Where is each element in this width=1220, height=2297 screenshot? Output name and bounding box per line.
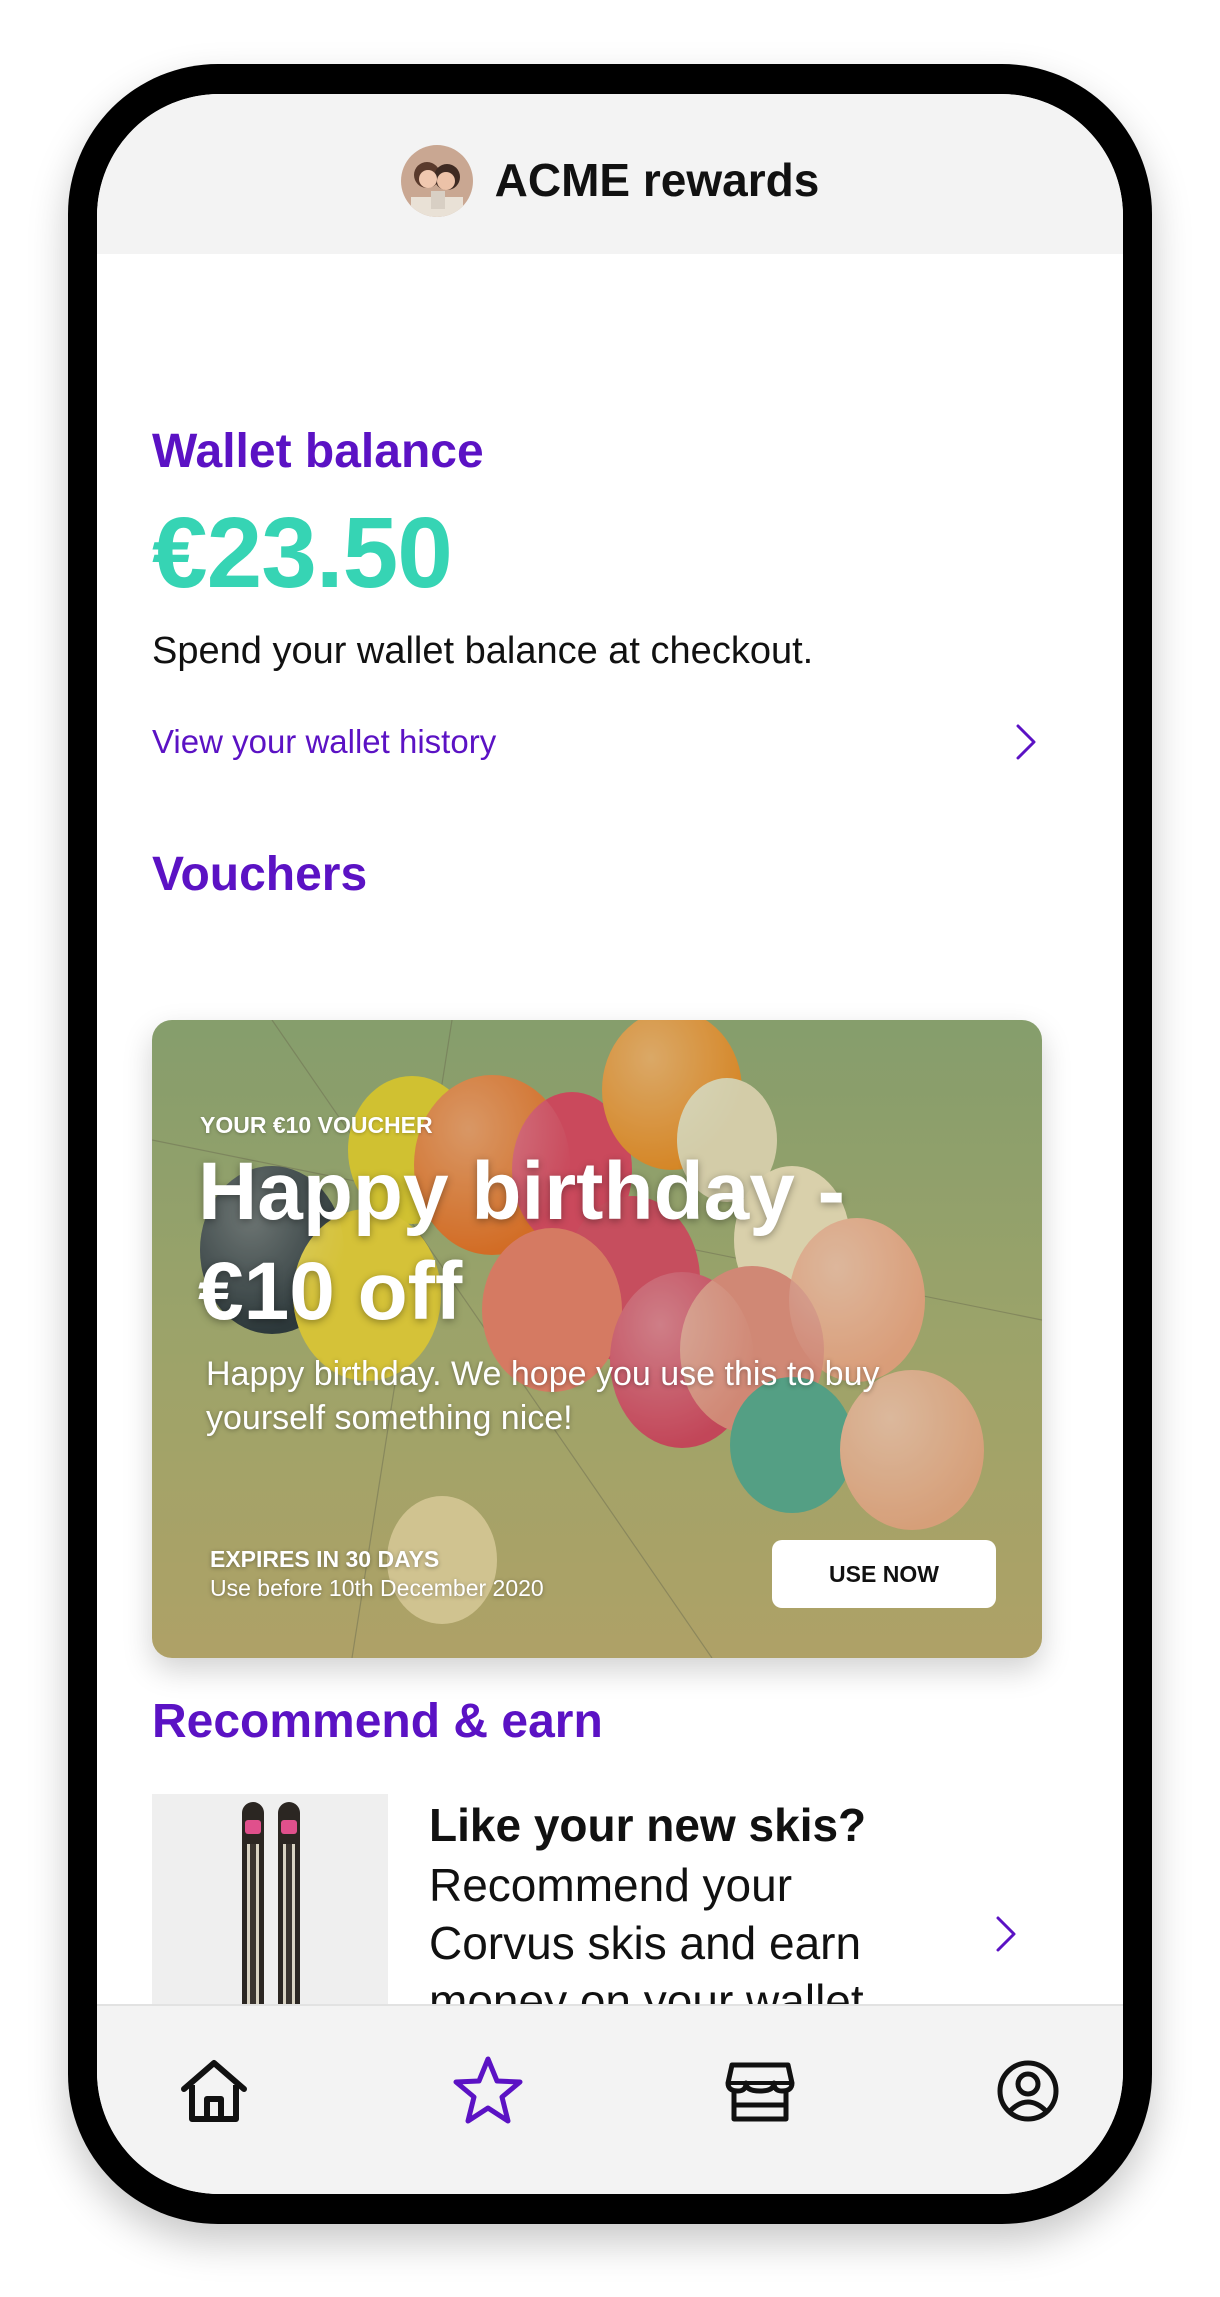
phone-frame: ACME rewards Wallet balance €23.50 Spend… — [68, 64, 1152, 2224]
voucher-expiry: EXPIRES IN 30 DAYS Use before 10th Decem… — [210, 1546, 544, 1602]
app-header: ACME rewards — [97, 94, 1123, 254]
voucher-title: Happy birthday - €10 off — [198, 1146, 845, 1337]
star-icon — [453, 2056, 523, 2124]
nav-account[interactable] — [983, 2046, 1073, 2136]
voucher-expiry-detail: Use before 10th December 2020 — [210, 1575, 544, 1601]
wallet-balance-description: Spend your wallet balance at checkout. — [152, 630, 814, 672]
bottom-nav — [97, 2004, 1123, 2194]
wallet-section-title: Wallet balance — [152, 425, 484, 478]
voucher-eyebrow: YOUR €10 VOUCHER — [200, 1112, 433, 1138]
voucher-expiry-label: EXPIRES IN 30 DAYS — [210, 1546, 440, 1572]
nav-store[interactable] — [715, 2046, 805, 2136]
recommend-title: Like your new skis? — [429, 1799, 867, 1851]
recommend-section-title: Recommend & earn — [152, 1695, 603, 1748]
voucher-description: Happy birthday. We hope you use this to … — [206, 1355, 880, 1437]
app-title: ACME rewards — [494, 154, 820, 206]
account-icon — [997, 2060, 1059, 2122]
phone-screen: ACME rewards Wallet balance €23.50 Spend… — [97, 94, 1123, 2194]
chevron-right-icon — [996, 1916, 1016, 1952]
store-icon — [725, 2062, 795, 2122]
chevron-right-icon — [1016, 724, 1036, 760]
wallet-balance-amount: €23.50 — [152, 497, 453, 609]
page: ACME rewards Wallet balance €23.50 Spend… — [0, 0, 1220, 2297]
nav-home[interactable] — [169, 2046, 259, 2136]
avatar[interactable] — [400, 145, 473, 217]
nav-rewards[interactable] — [443, 2046, 533, 2136]
use-now-button[interactable]: USE NOW — [772, 1540, 996, 1608]
vouchers-section-title: Vouchers — [152, 848, 368, 901]
wallet-history-label: View your wallet history — [152, 723, 497, 760]
voucher-card[interactable]: YOUR €10 VOUCHER Happy birthday - €10 of… — [152, 1020, 1042, 1658]
home-icon — [181, 2060, 247, 2122]
wallet-history-link[interactable]: View your wallet history — [152, 712, 1042, 772]
